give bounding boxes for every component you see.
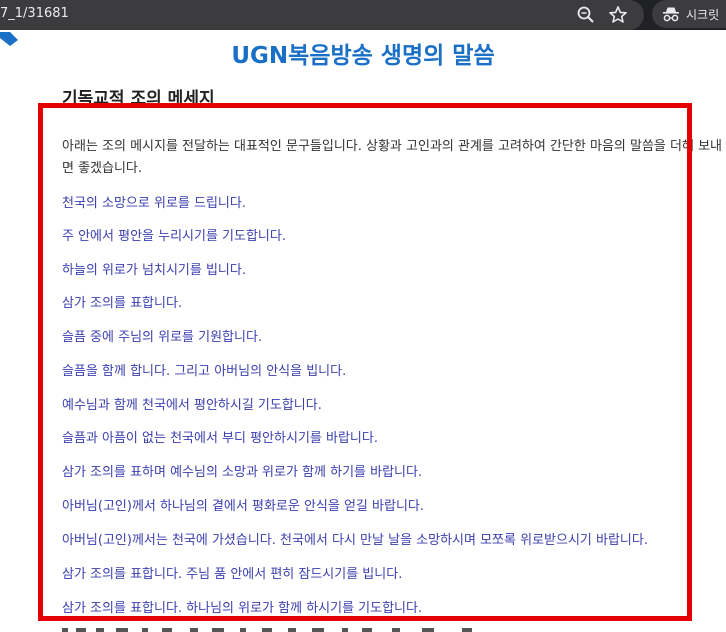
incognito-label: 시크릿 [686,8,720,22]
message-item: 주 안에서 평안을 누리시기를 기도합니다. [62,229,286,244]
page-title: UGN복음방송 생명의 말씀 [231,43,495,69]
address-bar[interactable]: 7_1/31681 [0,0,644,30]
message-item: 예수님과 함께 천국에서 평안하시길 기도합니다. [62,398,322,413]
cropped-text-fragment [62,628,472,632]
message-item: 삼가 조의를 표하며 예수님의 소망과 위로가 함께 하기를 바랍니다. [62,465,423,480]
address-bar-url[interactable]: 7_1/31681 [0,6,69,21]
bookmark-star-icon[interactable] [608,5,628,25]
message-item: 하늘의 위로가 넘치시기를 빕니다. [62,263,246,278]
zoom-icon[interactable] [576,5,596,25]
intro-paragraph: 아래는 조의 메시지를 전달하는 대표적인 문구들입니다. 상황과 고인과의 관… [62,139,722,176]
message-item: 슬픔 중에 주님의 위로를 기원합니다. [62,330,263,345]
incognito-icon [663,7,679,22]
message-item: 아버님(고인)께서 하나님의 곁에서 평화로운 안식을 얻길 바랍니다. [62,499,424,514]
message-item: 슬픔을 함께 합니다. 그리고 아버님의 안식을 빕니다. [62,364,347,379]
message-item: 천국의 소망으로 위로를 드립니다. [62,196,246,211]
message-item: 아버님(고인)께서는 천국에 가셨습니다. 천국에서 다시 만날 날을 소망하시… [62,533,648,548]
message-item: 삼가 조의를 표합니다. [62,296,183,311]
message-item: 슬픔과 아픔이 없는 천국에서 부디 평안하시기를 바랍니다. [62,431,378,446]
message-item: 삼가 조의를 표합니다. 하나님의 위로가 함께 하시기를 기도합니다. [62,601,423,616]
incognito-indicator[interactable]: 시크릿 [652,0,726,28]
browser-toolbar: 7_1/31681 시크릿 [0,0,726,30]
section-heading: 기독교적 조의 메세지 [62,89,215,109]
message-item: 삼가 조의를 표합니다. 주님 품 안에서 편히 잠드시기를 빕니다. [62,567,403,582]
